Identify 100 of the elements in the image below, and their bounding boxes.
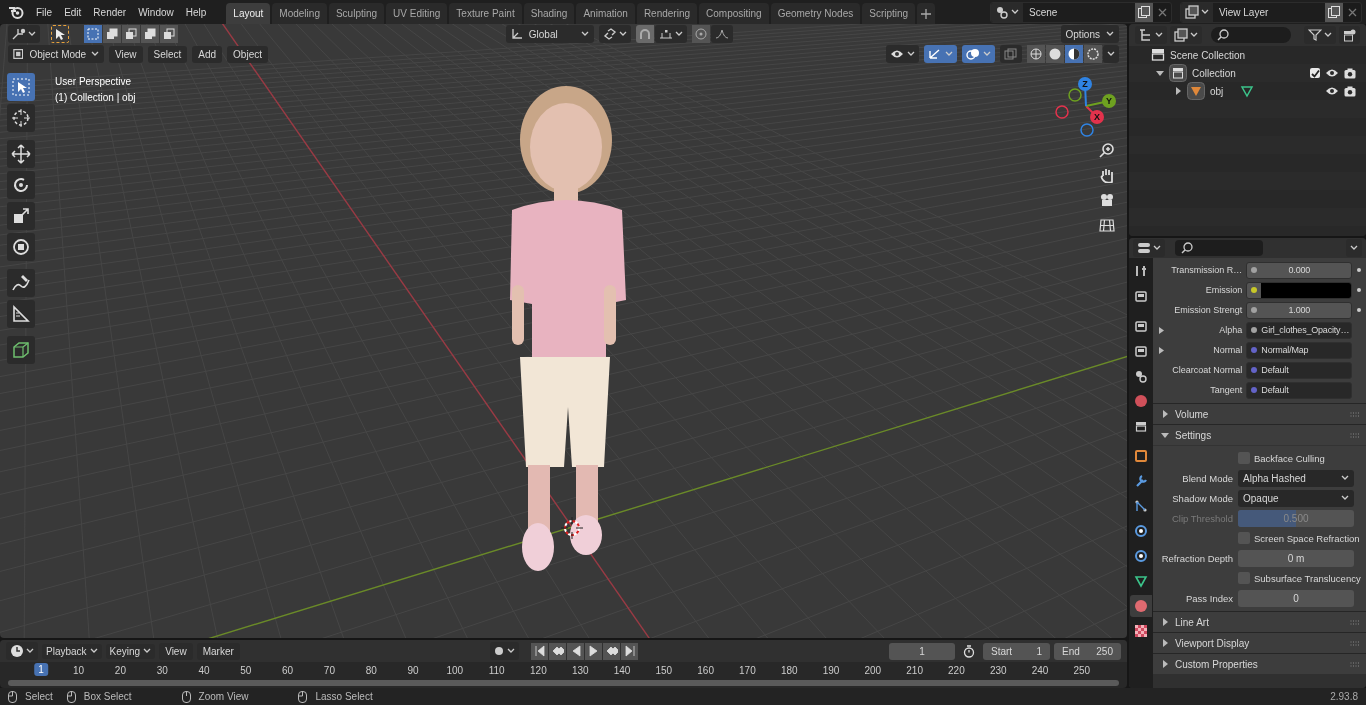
workspace-tab[interactable]: Geometry Nodes — [770, 3, 861, 24]
snap-toggle-button[interactable] — [635, 25, 654, 43]
keyframe-dot[interactable] — [1357, 268, 1362, 272]
socket-dot[interactable] — [1251, 387, 1258, 393]
axis-label[interactable]: X — [1090, 110, 1104, 124]
annotate-tool-button[interactable] — [7, 269, 35, 297]
expand-arrow-icon[interactable] — [1158, 326, 1165, 334]
scale-tool-button[interactable] — [7, 202, 35, 230]
disclosure-triangle-icon[interactable] — [1156, 69, 1164, 77]
workspace-tab[interactable]: Shading — [523, 3, 575, 24]
selection-mode-button[interactable] — [160, 25, 178, 43]
jump-to-start-button[interactable] — [531, 642, 549, 660]
previous-keyframe-button[interactable] — [549, 642, 567, 660]
eye-icon[interactable] — [1325, 86, 1339, 96]
panel-title[interactable]: Volume — [1175, 408, 1209, 420]
socket-dot[interactable] — [1251, 287, 1258, 293]
socket-dot[interactable] — [1251, 327, 1258, 333]
shading-options-button[interactable] — [1103, 45, 1119, 63]
eye-icon[interactable] — [1325, 68, 1339, 78]
menu-item[interactable]: Marker — [196, 642, 240, 660]
checkbox-label[interactable]: Screen Space Refraction — [1254, 532, 1360, 544]
jump-to-end-button[interactable] — [621, 642, 639, 660]
socket-link-field[interactable]: Default — [1246, 381, 1353, 399]
workspace-tab[interactable]: UV Editing — [386, 3, 448, 24]
workspace-tab[interactable]: Rendering — [636, 3, 698, 24]
camera-icon[interactable] — [1344, 85, 1356, 97]
menu-item[interactable]: View — [159, 642, 193, 660]
socket-link-field[interactable]: Girl_clothes_Opacity… — [1246, 321, 1353, 339]
add-workspace-button[interactable] — [917, 3, 936, 24]
axis-label[interactable]: Z — [1078, 77, 1092, 91]
socket-link-field[interactable]: Default — [1246, 361, 1353, 379]
display-mode-button[interactable] — [1170, 26, 1202, 44]
panel-title[interactable]: Viewport Display — [1175, 637, 1250, 649]
checkbox-label[interactable]: Backface Culling — [1254, 452, 1325, 464]
editor-type-button[interactable] — [1135, 26, 1167, 44]
workspace-tab[interactable]: Layout — [226, 3, 271, 24]
overlay-toggle-button[interactable] — [962, 45, 995, 63]
checkbox-label[interactable]: Subsurface Translucency — [1254, 572, 1361, 584]
socket-link-field[interactable]: Normal/Map — [1246, 341, 1353, 359]
drag-handle-icon[interactable] — [1350, 640, 1360, 646]
new-collection-button[interactable] — [1339, 26, 1360, 44]
cursor-tool-button[interactable] — [7, 104, 35, 132]
camera-icon[interactable] — [1344, 67, 1356, 79]
proportional-editing-button[interactable] — [691, 25, 710, 43]
disclosure-triangle-icon[interactable] — [1161, 431, 1169, 439]
socket-dot[interactable] — [1251, 367, 1258, 373]
exclude-checkbox[interactable] — [1310, 68, 1320, 78]
menu-item[interactable]: Window — [132, 2, 180, 22]
auto-keying-button[interactable] — [490, 642, 520, 660]
rotate-tool-button[interactable] — [7, 171, 35, 199]
keyframe-dot[interactable] — [1357, 288, 1362, 292]
selection-mode-button[interactable] — [141, 25, 159, 43]
menu-item[interactable]: Render — [87, 2, 133, 22]
drag-handle-icon[interactable] — [1350, 661, 1360, 667]
panel-header[interactable]: Volume — [1153, 404, 1366, 424]
falloff-button[interactable] — [710, 25, 733, 43]
options-dropdown[interactable]: Options — [1060, 25, 1119, 43]
drag-handle-icon[interactable] — [1350, 411, 1360, 417]
number-field[interactable]: 0.000 — [1246, 261, 1353, 279]
wireframe-shading-button[interactable] — [1027, 45, 1045, 63]
rendered-shading-button[interactable] — [1084, 45, 1102, 63]
filter-button[interactable] — [1304, 26, 1336, 44]
visibility-toggle-button[interactable] — [886, 45, 919, 63]
number-field[interactable]: 0 m — [1238, 549, 1354, 567]
socket-dot[interactable] — [1251, 307, 1258, 313]
xray-toggle-button[interactable] — [1000, 45, 1022, 63]
workspace-tab[interactable]: Animation — [576, 3, 635, 24]
mode-dropdown[interactable]: Object Mode — [8, 45, 104, 63]
number-field[interactable]: 1.000 — [1246, 301, 1353, 319]
color-field[interactable] — [1246, 281, 1353, 299]
menu-item[interactable]: Object — [227, 45, 268, 63]
dropdown[interactable]: Opaque — [1238, 489, 1354, 507]
drag-handle-icon[interactable] — [1350, 432, 1360, 438]
panel-title[interactable]: Settings — [1175, 429, 1212, 441]
editor-type-button[interactable] — [1133, 239, 1165, 257]
workspace-tab[interactable]: Modeling — [272, 3, 327, 24]
menu-item[interactable]: View — [109, 45, 143, 63]
panel-header[interactable]: Viewport Display — [1153, 633, 1366, 653]
menu-dropdown[interactable]: Keying — [105, 643, 156, 659]
number-field[interactable]: 0 — [1238, 589, 1354, 607]
dropdown[interactable]: Alpha Hashed — [1238, 469, 1354, 487]
editor-type-button[interactable] — [8, 25, 40, 43]
workspace-tab[interactable]: Scripting — [862, 3, 916, 24]
gizmo-toggle-button[interactable] — [924, 45, 957, 63]
app-logo-icon[interactable] — [8, 5, 24, 19]
color-swatch[interactable] — [1261, 282, 1352, 298]
search-field[interactable] — [1175, 240, 1263, 256]
menu-item[interactable]: Select — [147, 45, 188, 63]
zoom-icon[interactable] — [1099, 142, 1115, 158]
disclosure-triangle-icon[interactable] — [1161, 410, 1169, 418]
menu-item[interactable]: Add — [192, 45, 223, 63]
hand-icon[interactable] — [1099, 167, 1115, 183]
menu-item[interactable]: Edit — [58, 2, 88, 22]
scrollbar[interactable] — [8, 680, 1119, 686]
panel-header[interactable]: Custom Properties — [1153, 654, 1366, 674]
measure-tool-button[interactable] — [7, 300, 35, 328]
panel-title[interactable]: Line Art — [1175, 616, 1209, 628]
selection-mode-button[interactable] — [122, 25, 140, 43]
workspace-tab[interactable]: Texture Paint — [449, 3, 522, 24]
workspace-tab[interactable]: Sculpting — [328, 3, 385, 24]
